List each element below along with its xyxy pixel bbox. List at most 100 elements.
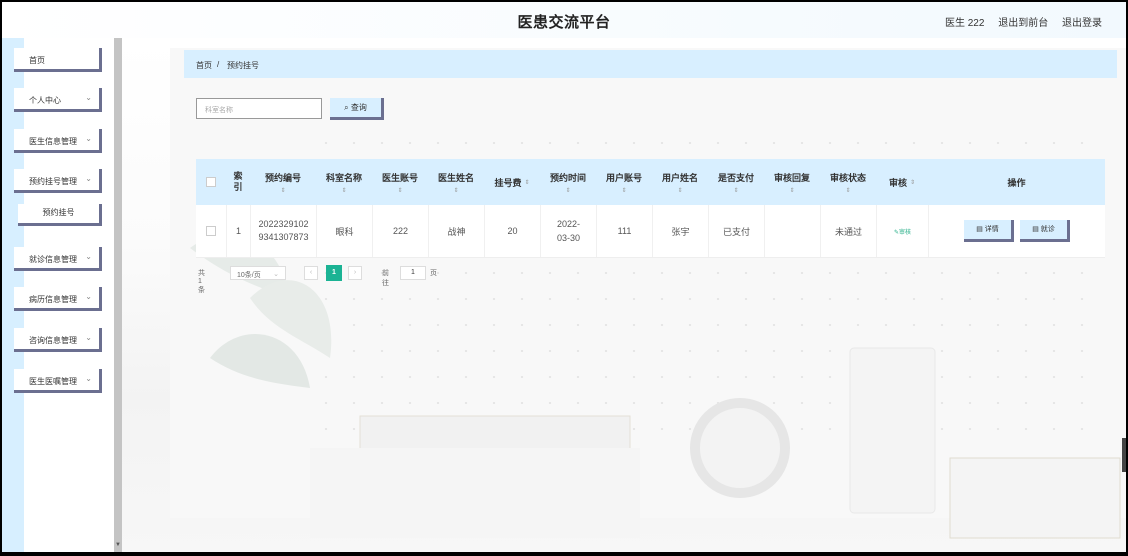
detail-button-label: 详情 — [984, 226, 999, 233]
col-actions: 操作 — [928, 159, 1105, 205]
sidebar-item-advice[interactable]: 医生医嘱管理 ⌄ — [14, 369, 102, 393]
prev-page-button[interactable]: ‹ — [304, 266, 318, 280]
sidebar-item-label: 预约挂号管理 — [29, 177, 77, 186]
cell-department: 眼科 — [316, 205, 372, 257]
department-search-input[interactable]: 科室名称 — [196, 98, 322, 119]
next-page-button[interactable]: › — [348, 266, 362, 280]
page-size-select[interactable]: 10条/页 ⌄ — [230, 266, 286, 280]
col-label: 用户姓名 — [661, 172, 698, 183]
sidebar-item-label: 医生信息管理 — [29, 137, 77, 146]
sidebar-item-visit[interactable]: 就诊信息管理 ⌄ — [14, 247, 102, 271]
sort-icon: ⇕ — [524, 179, 530, 186]
chevron-down-icon: ⌄ — [85, 374, 92, 383]
col-audit-status[interactable]: 审核状态 ⇕ — [820, 159, 876, 205]
sidebar-item-label: 首页 — [29, 56, 45, 65]
app-frame: 医患交流平台 医生 222 退出到前台 退出登录 首页 个人中心 ⌄ 医生信息管… — [2, 2, 1126, 552]
sidebar-item-booking[interactable]: 预约挂号管理 ⌄ — [14, 169, 102, 193]
sidebar-subitem-booking[interactable]: 预约挂号 — [18, 204, 102, 226]
col-audit-reply[interactable]: 审核回复 ⇕ — [764, 159, 820, 205]
sidebar-item-profile[interactable]: 个人中心 ⌄ — [14, 88, 102, 112]
table-row: 1 20223291029341307873 眼科 222 战神 20 2022… — [196, 205, 1105, 258]
col-label: 审核回复 — [773, 172, 810, 183]
right-scroll-handle[interactable] — [1122, 438, 1126, 472]
document-icon: ▤ — [976, 226, 985, 233]
col-booking-time[interactable]: 预约时间 ⇕ — [540, 159, 596, 205]
row-checkbox[interactable] — [196, 205, 226, 257]
sort-icon: ⇕ — [733, 187, 739, 194]
col-booking-no[interactable]: 预约编号 ⇕ — [250, 159, 316, 205]
sidebar-item-label: 个人中心 — [29, 96, 61, 105]
search-button-label: 查询 — [350, 103, 367, 112]
col-user-name[interactable]: 用户姓名 ⇕ — [652, 159, 708, 205]
col-label: 索引 — [233, 171, 243, 192]
sort-icon: ⇕ — [621, 187, 627, 194]
header-links: 医生 222 退出到前台 退出登录 — [934, 14, 1102, 29]
sidebar-item-doctor-info[interactable]: 医生信息管理 ⌄ — [14, 129, 102, 153]
col-doctor-name[interactable]: 医生姓名 ⇕ — [428, 159, 484, 205]
col-audit[interactable]: 审核 ⇕ — [876, 159, 928, 205]
goto-page-input[interactable]: 1 — [400, 266, 426, 280]
user-label: 医生 222 — [944, 18, 985, 29]
sidebar-item-label: 就诊信息管理 — [29, 255, 77, 264]
chevron-down-icon: ⌄ — [85, 134, 92, 143]
chevron-down-icon: ⌄ — [85, 292, 92, 301]
sidebar-item-consult[interactable]: 咨询信息管理 ⌄ — [14, 328, 102, 352]
sort-icon: ⇕ — [909, 179, 916, 186]
goto-label: 前往 — [382, 270, 389, 287]
col-index: 索引 — [226, 159, 250, 205]
sort-icon: ⇕ — [341, 187, 347, 194]
col-department[interactable]: 科室名称 ⇕ — [316, 159, 372, 205]
sidebar-item-label: 咨询信息管理 — [29, 336, 77, 345]
sidebar-scrollbar[interactable] — [114, 38, 122, 552]
cell-audit: ✎审核 — [876, 205, 928, 257]
back-to-front-link[interactable]: 退出到前台 — [998, 18, 1048, 29]
visit-button[interactable]: ▤ 就诊 — [1020, 220, 1070, 242]
page-size-value: 10条/页 — [237, 272, 261, 279]
audit-link[interactable]: ✎审核 — [894, 227, 911, 236]
table-header: 索引 预约编号 ⇕ 科室名称 ⇕ 医生账号 ⇕ 医生姓名 ⇕ 挂号费 ⇕ 预约时间 ⇕ 用户… — [196, 159, 1105, 205]
scroll-down-icon[interactable]: ▼ — [115, 542, 121, 548]
cell-paid: 已支付 — [708, 205, 764, 257]
sidebar-item-home[interactable]: 首页 — [14, 48, 102, 72]
search-icon: ⌕ — [344, 103, 349, 112]
cell-doctor-account: 222 — [372, 205, 428, 257]
sort-icon: ⇕ — [453, 187, 459, 194]
box-shape — [310, 448, 640, 538]
col-label: 用户账号 — [605, 172, 642, 183]
col-doctor-account[interactable]: 医生账号 ⇕ — [372, 159, 428, 205]
tape-roll-shape — [690, 398, 790, 498]
col-label: 医生姓名 — [437, 172, 474, 183]
sort-icon: ⇕ — [789, 187, 795, 194]
cell-actions: ▤ 详情 ▤ 就诊 — [928, 205, 1105, 257]
current-page[interactable]: 1 — [326, 265, 342, 281]
cell-audit-reply — [764, 205, 820, 257]
cell-user-name: 张宇 — [652, 205, 708, 257]
col-fee[interactable]: 挂号费 ⇕ — [484, 159, 540, 205]
chevron-down-icon: ⌄ — [85, 93, 92, 102]
cell-fee: 20 — [484, 205, 540, 257]
chevron-down-icon: ⌄ — [85, 333, 92, 342]
sidebar-item-medical-record[interactable]: 病历信息管理 ⌄ — [14, 287, 102, 311]
search-button[interactable]: ⌕ 查询 — [330, 98, 384, 120]
col-label: 医生账号 — [381, 172, 418, 183]
cell-index: 1 — [226, 205, 250, 257]
col-label: 科室名称 — [325, 172, 362, 183]
sort-icon: ⇕ — [845, 187, 851, 194]
breadcrumb-home[interactable]: 首页 — [196, 60, 212, 71]
leaf-shape — [210, 334, 310, 388]
breadcrumb-current: 预约挂号 — [227, 61, 259, 70]
col-paid[interactable]: 是否支付 ⇕ — [708, 159, 764, 205]
logout-link[interactable]: 退出登录 — [1062, 18, 1102, 29]
pagination-total: 共 1 条 — [198, 270, 205, 294]
sort-icon: ⇕ — [677, 187, 683, 194]
col-label: 审核 — [888, 177, 907, 188]
chevron-down-icon: ⌄ — [85, 174, 92, 183]
chevron-down-icon: ⌄ — [273, 271, 279, 278]
sort-icon: ⇕ — [397, 187, 403, 194]
select-all-checkbox[interactable] — [196, 159, 226, 205]
detail-button[interactable]: ▤ 详情 — [964, 220, 1014, 242]
cell-doctor-name: 战神 — [428, 205, 484, 257]
box-shape — [949, 457, 1121, 539]
cylinder-shape — [849, 347, 936, 514]
col-user-account[interactable]: 用户账号 ⇕ — [596, 159, 652, 205]
